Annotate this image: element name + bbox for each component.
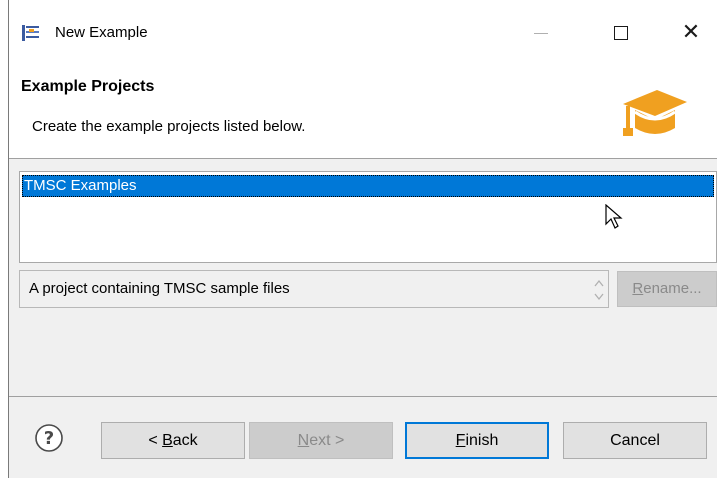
example-projects-list[interactable]: TMSC Examples <box>19 171 717 263</box>
minimize-button[interactable] <box>519 14 563 52</box>
project-description-text: A project containing TMSC sample files <box>29 280 290 297</box>
close-button[interactable]: ✕ <box>669 14 713 52</box>
rename-button[interactable]: Rename... <box>617 271 717 307</box>
wizard-content: TMSC Examples A project containing TMSC … <box>9 159 717 478</box>
rename-label: ename... <box>643 280 702 297</box>
window-title: New Example <box>55 24 148 41</box>
page-title: Example Projects <box>21 78 155 95</box>
finish-mnemonic: F <box>455 432 466 449</box>
close-icon: ✕ <box>681 20 701 45</box>
page-description: Create the example projects listed below… <box>32 118 306 135</box>
next-button[interactable]: Next > <box>249 422 393 459</box>
maximize-button[interactable] <box>599 14 643 52</box>
footer-separator <box>9 396 717 397</box>
svg-text:?: ? <box>44 428 54 449</box>
title-bar[interactable]: New Example ✕ <box>9 0 717 66</box>
back-mnemonic: B <box>162 432 173 449</box>
back-label: ack <box>172 432 198 449</box>
list-item[interactable]: TMSC Examples <box>22 175 714 197</box>
finish-button[interactable]: Finish <box>405 422 549 459</box>
project-description-field[interactable]: A project containing TMSC sample files <box>19 270 609 308</box>
back-prefix: < <box>148 432 163 449</box>
next-mnemonic: N <box>297 432 310 449</box>
mouse-pointer-icon <box>605 204 623 229</box>
next-label: ext > <box>309 432 345 449</box>
scroll-arrows-icon[interactable] <box>592 276 606 304</box>
rename-mnemonic: R <box>632 280 644 297</box>
graduation-cap-icon <box>623 90 687 136</box>
back-button[interactable]: < Back <box>101 422 245 459</box>
help-icon[interactable]: ? <box>34 423 64 453</box>
finish-label: inish <box>465 432 499 449</box>
maximize-icon <box>614 26 628 40</box>
wizard-header: Example Projects Create the example proj… <box>9 66 717 159</box>
minimize-icon <box>534 32 548 34</box>
new-example-dialog: New Example ✕ Example Projects Create th… <box>8 0 717 478</box>
cancel-button[interactable]: Cancel <box>563 422 707 459</box>
wizard-icon <box>22 25 39 41</box>
